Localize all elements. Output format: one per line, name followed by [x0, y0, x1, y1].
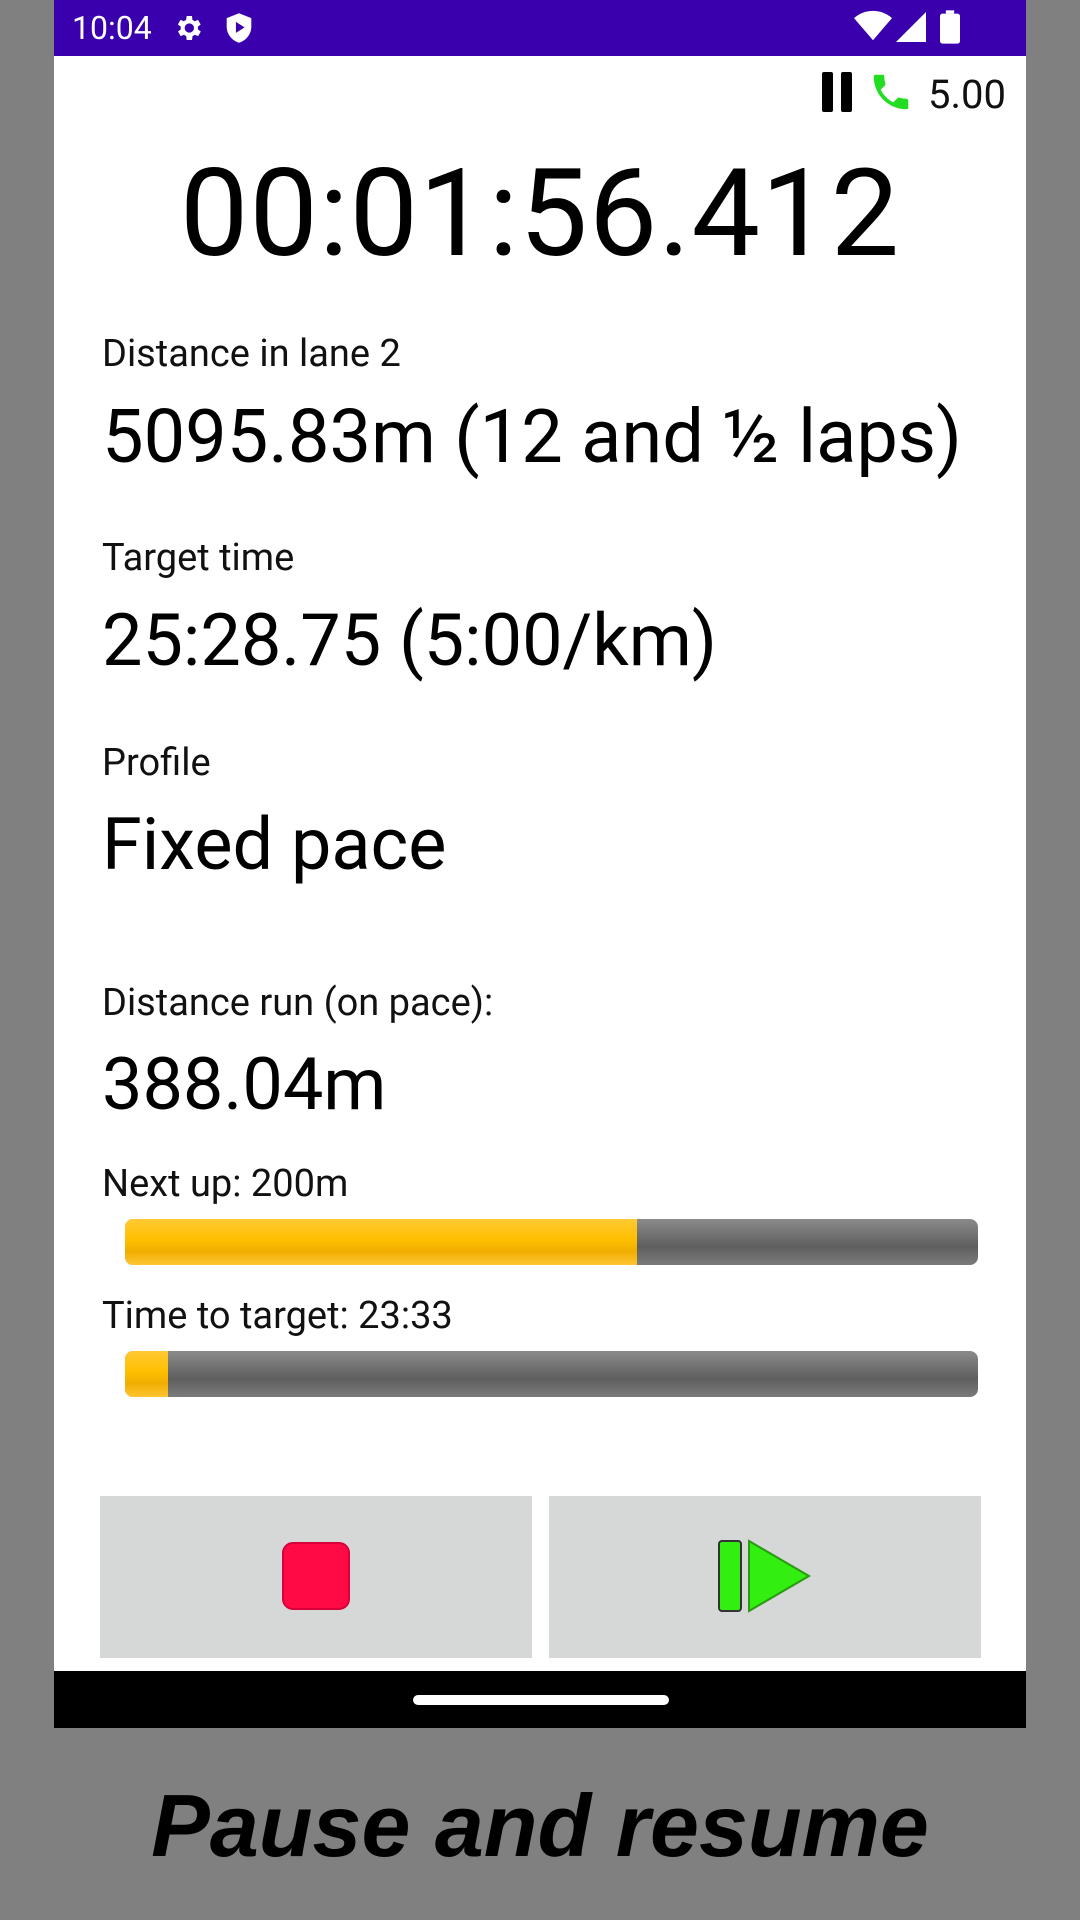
- time-to-target-progress-bar: [125, 1351, 978, 1397]
- pause-icon[interactable]: [822, 72, 854, 116]
- navigation-bar: [54, 1671, 1026, 1728]
- phone-screen: 10:04 5.00 00:01:56.412 Distance in lane…: [54, 0, 1026, 1728]
- elapsed-timer: 00:01:56.412: [179, 142, 901, 285]
- target-label: Target time: [102, 536, 295, 580]
- battery-icon: [940, 10, 960, 48]
- time-to-target-progress-fill: [125, 1351, 168, 1397]
- caption: Pause and resume: [151, 1776, 929, 1875]
- next-up-label: Next up: 200m: [102, 1162, 349, 1206]
- profile-value: Fixed pace: [102, 802, 447, 887]
- distance-label: Distance in lane 2: [102, 332, 401, 376]
- speed-value: 5.00: [928, 70, 1006, 118]
- distance-run-label: Distance run (on pace):: [102, 981, 494, 1025]
- distance-value: 5095.83m (12 and ½ laps): [102, 394, 962, 481]
- phone-icon[interactable]: [868, 69, 914, 119]
- resume-button[interactable]: [549, 1496, 981, 1658]
- gear-icon: [172, 12, 204, 48]
- shield-play-icon: [224, 12, 254, 48]
- stop-icon: [281, 1541, 351, 1614]
- home-gesture-handle[interactable]: [413, 1695, 669, 1705]
- signal-icon: [896, 12, 926, 46]
- stop-button[interactable]: [100, 1496, 532, 1658]
- status-time: 10:04: [72, 9, 152, 47]
- profile-label: Profile: [102, 741, 211, 785]
- distance-run-value: 388.04m: [102, 1042, 387, 1127]
- header-controls: 5.00: [822, 66, 1006, 122]
- status-bar: 10:04: [54, 0, 1026, 56]
- next-up-progress-bar: [125, 1219, 978, 1265]
- time-to-target-label: Time to target: 23:33: [102, 1294, 453, 1338]
- next-up-progress-fill: [125, 1219, 637, 1265]
- wifi-icon: [854, 10, 892, 46]
- target-value: 25:28.75 (5:00/km): [102, 598, 717, 683]
- resume-play-icon: [717, 1538, 813, 1617]
- main-content: 5.00 00:01:56.412 Distance in lane 2 509…: [54, 56, 1026, 1671]
